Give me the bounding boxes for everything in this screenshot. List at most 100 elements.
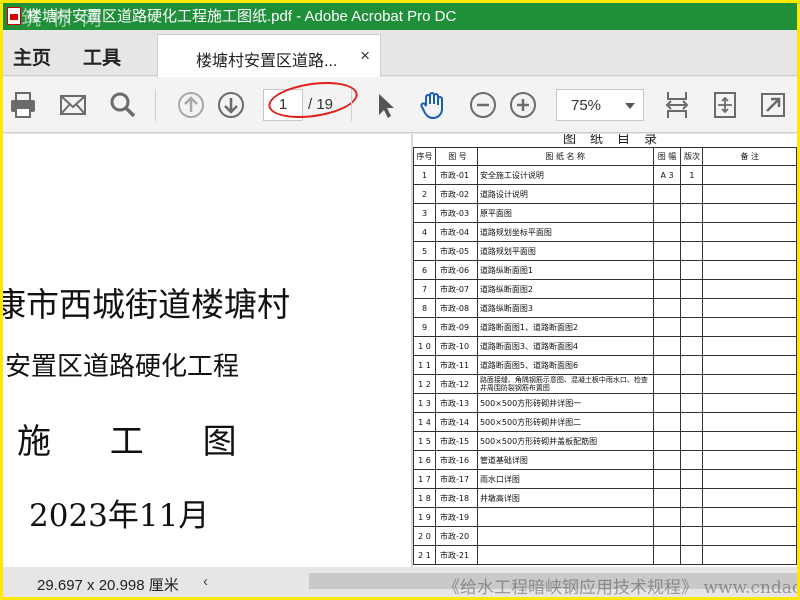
status-bar: 29.697 x 20.998 厘米 ‹ 《给水工程暗峡钢应用技术规程》 www… xyxy=(3,567,797,597)
zoom-out-icon[interactable] xyxy=(467,89,499,121)
menu-home[interactable]: 主页 xyxy=(13,43,51,70)
cell-no: 5 xyxy=(413,241,436,261)
cell-size xyxy=(652,374,682,394)
cell-note xyxy=(702,431,797,451)
cell-ver xyxy=(680,298,704,318)
cell-note xyxy=(702,355,797,375)
cell-name xyxy=(476,545,654,565)
cell-ver xyxy=(680,260,704,280)
toolbar-separator xyxy=(351,89,352,121)
fit-width-icon[interactable] xyxy=(661,89,693,121)
document-tab-label: 楼塘村安置区道路... xyxy=(196,53,338,70)
cell-ver xyxy=(680,374,704,394)
cell-size xyxy=(652,317,682,337)
cell-no: 1 9 xyxy=(413,507,436,527)
cell-note xyxy=(702,279,797,299)
zoom-in-icon[interactable] xyxy=(507,89,539,121)
cell-note xyxy=(702,507,797,527)
cell-name: 原平面图 xyxy=(476,203,654,223)
cell-size xyxy=(652,355,682,375)
cell-code: 市政-18 xyxy=(434,488,478,508)
cover-date: 2023年11月 xyxy=(29,498,210,534)
cell-ver xyxy=(680,279,704,299)
document-view[interactable]: 康市西城街道楼塘村 安置区道路硬化工程 施 工 图 2023年11月 图纸目录 … xyxy=(3,134,797,567)
table-row: 1 0 市政-10 道路断面图3、道路断面图4 xyxy=(413,336,797,356)
cell-name: 道路规划坐标平面图 xyxy=(476,222,654,242)
page-number-input[interactable]: 1 xyxy=(263,89,303,121)
cell-no: 1 1 xyxy=(413,355,436,375)
cell-name xyxy=(476,507,654,527)
print-icon[interactable] xyxy=(7,89,39,121)
column-header: 序号 xyxy=(413,147,436,166)
cell-size xyxy=(652,488,682,508)
cell-ver xyxy=(680,431,704,451)
cell-note xyxy=(702,203,797,223)
cell-note xyxy=(702,165,797,185)
cell-size xyxy=(652,526,682,546)
close-icon[interactable]: × xyxy=(360,46,370,66)
cell-ver xyxy=(680,545,704,565)
full-page-icon[interactable] xyxy=(709,89,741,121)
table-header-row: 序号 图 号 图 纸 名 称 图 幅 版次 备 注 xyxy=(413,147,797,166)
cell-code: 市政-04 xyxy=(434,222,478,242)
cell-size xyxy=(652,393,682,413)
cell-size xyxy=(652,469,682,489)
cell-name: 道路设计说明 xyxy=(476,184,654,204)
table-row: 1 4 市政-14 500×500方形砖砌井详图二 xyxy=(413,412,797,432)
cell-no: 1 5 xyxy=(413,431,436,451)
cell-note xyxy=(702,241,797,261)
cell-note xyxy=(702,317,797,337)
cell-ver xyxy=(680,241,704,261)
cell-code: 市政-17 xyxy=(434,469,478,489)
cell-no: 2 0 xyxy=(413,526,436,546)
cell-name: 井墩高详图 xyxy=(476,488,654,508)
cell-name: 路面接缝、角隅钢筋示意图、混凝土板中雨水口、检查井周围防裂钢筋布置图 xyxy=(476,374,654,394)
cell-name xyxy=(476,526,654,546)
hand-tool-icon[interactable] xyxy=(417,89,449,121)
cell-code: 市政-19 xyxy=(434,507,478,527)
cell-no: 1 xyxy=(413,165,436,185)
cell-note xyxy=(702,222,797,242)
cell-size xyxy=(652,203,682,223)
table-row: 2 市政-02 道路设计说明 xyxy=(413,184,797,204)
prev-page-icon[interactable] xyxy=(175,89,207,121)
cell-note xyxy=(702,298,797,318)
cell-no: 8 xyxy=(413,298,436,318)
table-row: 1 7 市政-17 雨水口详图 xyxy=(413,469,797,489)
scroll-left-icon[interactable]: ‹ xyxy=(203,573,208,590)
cell-note xyxy=(702,393,797,413)
cell-ver: 1 xyxy=(680,165,704,185)
cell-name: 道路断面图5、道路断面图6 xyxy=(476,355,654,375)
table-row: 1 1 市政-11 道路断面图5、道路断面图6 xyxy=(413,355,797,375)
fullscreen-icon[interactable] xyxy=(757,89,789,121)
select-pointer-icon[interactable] xyxy=(369,89,401,121)
table-row: 7 市政-07 道路纵断面图2 xyxy=(413,279,797,299)
cell-ver xyxy=(680,450,704,470)
email-icon[interactable] xyxy=(57,89,89,121)
cover-doc-type: 施 工 图 xyxy=(17,422,261,462)
cell-note xyxy=(702,450,797,470)
catalog-page: 图纸目录 序号 图 号 图 纸 名 称 图 幅 版次 备 注 1 市政-01 安全施… xyxy=(413,134,797,567)
table-row: 4 市政-04 道路规划坐标平面图 xyxy=(413,222,797,242)
cell-code: 市政-06 xyxy=(434,260,478,280)
cell-name: 道路规划平面图 xyxy=(476,241,654,261)
cell-ver xyxy=(680,222,704,242)
next-page-icon[interactable] xyxy=(215,89,247,121)
document-tab[interactable]: 楼塘村安置区道路... × xyxy=(157,34,381,77)
cell-code: 市政-12 xyxy=(434,374,478,394)
cell-code: 市政-20 xyxy=(434,526,478,546)
chevron-down-icon xyxy=(625,103,635,109)
cell-size xyxy=(652,412,682,432)
table-row: 1 市政-01 安全施工设计说明 A 31 xyxy=(413,165,797,185)
cell-ver xyxy=(680,393,704,413)
cell-size xyxy=(652,222,682,242)
column-header: 图 号 xyxy=(434,147,478,166)
search-icon[interactable] xyxy=(107,89,139,121)
cell-ver xyxy=(680,355,704,375)
menu-tools[interactable]: 工具 xyxy=(83,43,121,70)
cell-note xyxy=(702,526,797,546)
cell-name: 道路纵断面图3 xyxy=(476,298,654,318)
cell-ver xyxy=(680,203,704,223)
zoom-dropdown[interactable]: 75% xyxy=(556,89,644,121)
cover-project: 安置区道路硬化工程 xyxy=(5,352,240,382)
